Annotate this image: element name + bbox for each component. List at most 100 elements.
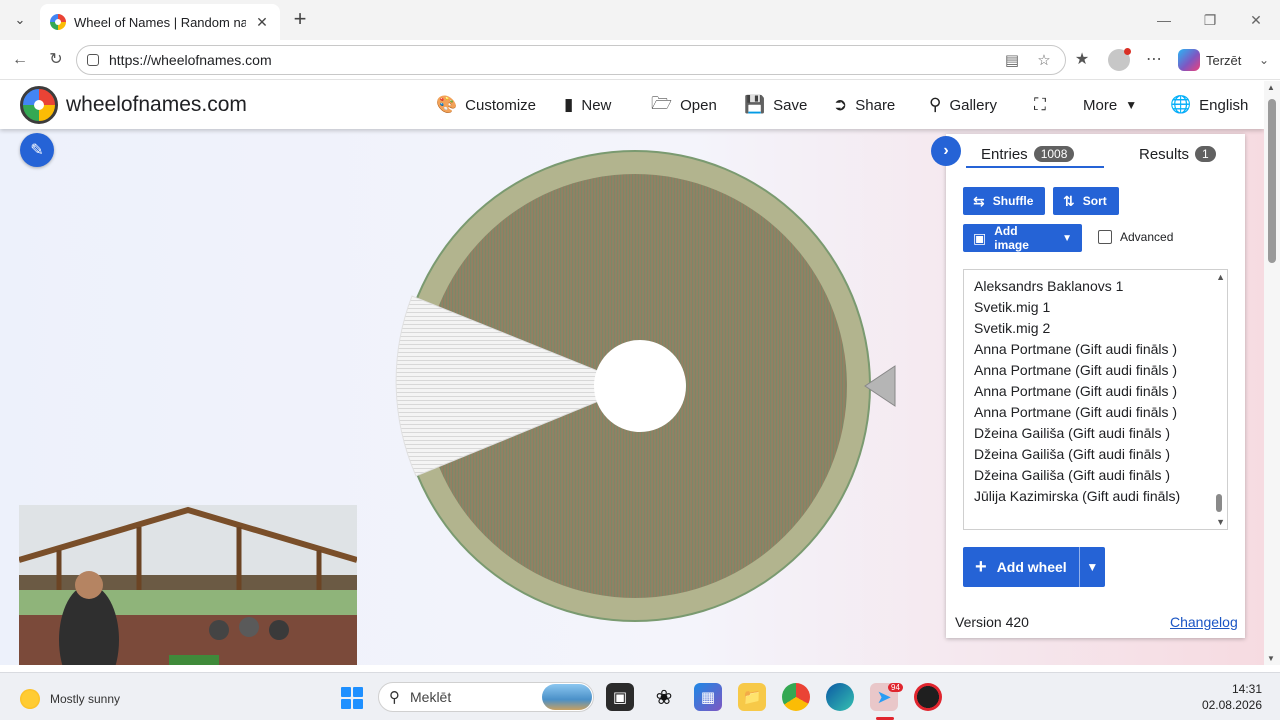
- menu-save[interactable]: 💾 Save: [744, 94, 807, 116]
- entries-count-badge: 1008: [1033, 146, 1075, 162]
- add-wheel-dropdown-icon[interactable]: ▼: [1080, 560, 1105, 574]
- page-scroll-down-icon[interactable]: ▼: [1267, 654, 1275, 663]
- menu-label: Gallery: [949, 96, 997, 114]
- entry-line: Anna Portmane (Gift audi fināls ): [974, 341, 1178, 357]
- sort-label: Sort: [1082, 194, 1107, 208]
- reader-view-icon[interactable]: ▤: [1001, 51, 1023, 69]
- advanced-label: Advanced: [1120, 230, 1174, 244]
- results-count-badge: 1: [1195, 146, 1216, 162]
- weather-widget[interactable]: Mostly sunny: [20, 689, 120, 709]
- back-icon[interactable]: ←: [8, 48, 32, 72]
- weather-text: Mostly sunny: [50, 692, 121, 706]
- telegram-badge: 94: [888, 683, 903, 692]
- shuffle-label: Shuffle: [992, 194, 1034, 208]
- menu-gallery[interactable]: ⚲ Gallery: [929, 94, 997, 116]
- favorites-icon[interactable]: ★: [1070, 48, 1094, 72]
- entry-line: Anna Portmane (Gift audi fināls ): [974, 362, 1178, 378]
- entry-line: Džeina Gailiša (Gift audi fināls ): [974, 467, 1171, 483]
- copilot-icon: [1178, 49, 1200, 71]
- scroll-up-icon[interactable]: ▲: [1216, 272, 1225, 282]
- menu-label: Open: [680, 96, 717, 114]
- menu-open[interactable]: 🗁 Open: [651, 94, 717, 116]
- page-scrollbar-thumb[interactable]: [1268, 99, 1276, 263]
- wheel-center-hub[interactable]: [594, 340, 686, 432]
- chrome-icon[interactable]: [782, 683, 810, 711]
- menu-share[interactable]: ➲ Share: [833, 94, 895, 116]
- new-tab-icon[interactable]: +: [288, 8, 312, 32]
- shuffle-button[interactable]: ⇆ Shuffle: [963, 187, 1045, 215]
- site-name[interactable]: wheelofnames.com: [66, 93, 247, 117]
- site-logo-icon[interactable]: [20, 86, 58, 124]
- favorite-star-icon[interactable]: ☆: [1033, 51, 1055, 69]
- more-options-icon[interactable]: ⋯: [1142, 48, 1166, 72]
- menu-fullscreen[interactable]: ⛶: [1034, 94, 1046, 116]
- name-wheel[interactable]: [395, 148, 905, 628]
- menu-more[interactable]: More ▼: [1083, 94, 1137, 116]
- chevron-down-icon: ▼: [1125, 98, 1138, 112]
- menu-label: Save: [773, 96, 808, 114]
- url-text[interactable]: https://wheelofnames.com: [109, 52, 991, 68]
- refresh-icon[interactable]: ↻: [44, 48, 68, 72]
- task-view-icon[interactable]: ▣: [606, 683, 634, 711]
- tab-list-chevron-icon[interactable]: ⌄: [8, 8, 32, 32]
- browser-tab-active[interactable]: Wheel of Names | Random name picker ✕: [40, 4, 280, 40]
- copilot-chevron-icon[interactable]: ⌄: [1252, 48, 1276, 72]
- image-icon: ▣: [973, 229, 987, 246]
- recorder-icon[interactable]: [914, 683, 942, 711]
- entries-textarea[interactable]: Aleksandrs Baklanovs 1 Svetik.mig 1 Svet…: [963, 269, 1228, 530]
- menu-customize[interactable]: 🎨 Customize: [436, 94, 536, 116]
- version-text: Version 420: [955, 614, 1029, 630]
- add-image-label: Add image: [994, 224, 1029, 252]
- page-scrollbar[interactable]: ▲ ▼: [1264, 81, 1280, 665]
- tab-results[interactable]: Results 1: [1139, 140, 1216, 168]
- tab-entries[interactable]: Entries 1008: [981, 140, 1075, 168]
- page-scroll-up-icon[interactable]: ▲: [1267, 83, 1275, 92]
- entry-line: Anna Portmane (Gift audi fināls ): [974, 383, 1178, 399]
- tab-close-icon[interactable]: ✕: [254, 14, 270, 31]
- entry-line: Svetik.mig 2: [974, 320, 1051, 336]
- scroll-down-icon[interactable]: ▼: [1216, 517, 1225, 527]
- search-placeholder: Meklēt: [410, 689, 452, 705]
- menu-language[interactable]: 🌐 English: [1170, 94, 1248, 116]
- edit-pencil-icon[interactable]: ✎: [20, 133, 54, 167]
- advanced-checkbox-row[interactable]: Advanced: [1098, 230, 1173, 244]
- copilot-button[interactable]: Terzēt: [1178, 46, 1262, 74]
- palette-icon: 🎨: [436, 95, 458, 114]
- menu-new[interactable]: ▮ New: [564, 94, 611, 116]
- chevron-down-icon: ▼: [1062, 232, 1072, 244]
- restore-icon[interactable]: ❐: [1198, 8, 1222, 32]
- add-wheel-button[interactable]: + Add wheel ▼: [963, 547, 1105, 587]
- chatgpt-icon[interactable]: ❀: [650, 683, 678, 711]
- edge-icon[interactable]: [826, 683, 854, 711]
- entry-line: Jūlija Kazimirska (Gift audi fināls): [974, 488, 1181, 504]
- window-close-icon[interactable]: ✕: [1244, 8, 1268, 32]
- taskbar-search[interactable]: ⚲ Meklēt: [378, 682, 594, 712]
- address-bar[interactable]: https://wheelofnames.com ▤ ☆: [76, 45, 1066, 75]
- entry-line: Anna Portmane (Gift audi fināls ): [974, 404, 1178, 420]
- add-wheel-main[interactable]: + Add wheel: [963, 547, 1080, 587]
- start-windows-icon[interactable]: [341, 687, 363, 709]
- share-icon: ➲: [833, 95, 848, 114]
- tab-results-label: Results: [1139, 145, 1190, 163]
- file-icon: ▮: [564, 95, 574, 114]
- add-image-button[interactable]: ▣ Add image ▼: [963, 224, 1082, 252]
- file-explorer-icon[interactable]: 📁: [738, 683, 766, 711]
- page-viewport: wheelofnames.com 🎨 Customize ▮ New 🗁 Ope…: [0, 81, 1264, 665]
- system-clock[interactable]: 14:31 02.08.2026: [1200, 681, 1262, 713]
- folder-icon: 🗁: [651, 93, 673, 113]
- menu-label: English: [1199, 96, 1249, 114]
- entries-panel: Entries 1008 Results 1 ⇆ Shuffle ⇅ Sort …: [946, 134, 1245, 638]
- wheel-favicon-icon: [50, 14, 66, 30]
- entries-scrollbar-thumb[interactable]: [1216, 494, 1222, 512]
- panel-collapse-chevron-icon[interactable]: ›: [931, 136, 961, 166]
- store-icon[interactable]: ▦: [694, 683, 722, 711]
- advanced-checkbox[interactable]: [1098, 230, 1112, 244]
- changelog-link[interactable]: Changelog: [1170, 614, 1238, 630]
- profile-avatar[interactable]: [1108, 48, 1131, 71]
- webcam-video-overlay: [19, 505, 357, 665]
- sort-button[interactable]: ⇅ Sort: [1053, 187, 1119, 215]
- active-tab-underline: [966, 166, 1104, 168]
- fullscreen-icon: ⛶: [1034, 95, 1046, 114]
- minimize-icon[interactable]: —: [1152, 8, 1176, 32]
- entry-line: Svetik.mig 1: [974, 299, 1051, 315]
